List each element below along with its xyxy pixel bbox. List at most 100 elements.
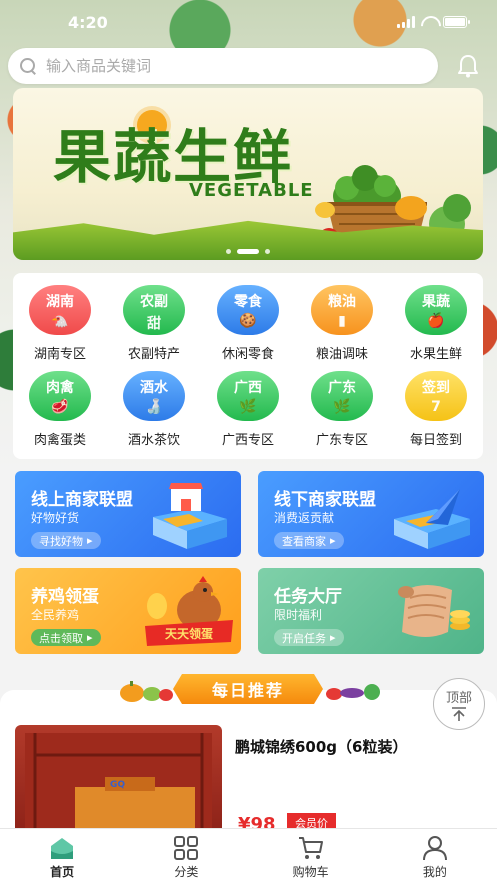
category-badge: 农副甜 (123, 285, 185, 335)
category-label: 湖南专区 (33, 347, 86, 362)
svg-text:GQ: GQ (110, 780, 125, 790)
category-badge: 酒水 🍶 (123, 371, 185, 421)
scroll-coins-icon (398, 585, 470, 637)
tab-category[interactable]: 分类 (124, 829, 248, 883)
category-badge-text: 签到 (422, 380, 450, 396)
chicken-eggs-icon: 天天领蛋 (145, 576, 233, 646)
category-badge-text: 广东 (328, 380, 356, 396)
promo-banner[interactable]: 果蔬生鲜 VEGETABLE (13, 88, 483, 260)
view-merchants-button[interactable]: 查看商家 ▸ (274, 532, 344, 549)
task-hall-subtitle: 限时福利 (274, 608, 323, 622)
offline-merchant-card[interactable]: 线下商家联盟 消费返贡献 查看商家 ▸ (258, 471, 484, 557)
online-merchant-subtitle: 好物好货 (31, 511, 80, 525)
product-card[interactable]: GQ 鹏城锦绣600g（6粒装） ¥98 会员价 (0, 690, 497, 835)
navigation-map-icon (394, 489, 470, 549)
banner-subtitle: VEGETABLE (189, 180, 314, 201)
find-goods-button[interactable]: 寻找好物 ▸ (31, 532, 101, 549)
claim-button[interactable]: 点击领取 ▸ (31, 629, 101, 646)
bottom-tab-bar: 首页 分类 购物车 我的 (0, 828, 497, 883)
category-badge-text: 果蔬 (422, 294, 450, 310)
category-label: 水果生鲜 (409, 347, 462, 362)
category-icon: 🍎 (427, 313, 445, 329)
back-to-top-label: 顶部 (445, 690, 472, 706)
category-item[interactable]: 酒水 🍶 酒水茶饮 (107, 371, 201, 457)
raise-chicken-title: 养鸡领蛋 (31, 587, 99, 607)
arrow-up-icon (452, 706, 466, 721)
category-item[interactable]: 湖南 🐔 湖南专区 (13, 285, 107, 371)
category-badge-text: 湖南 (46, 294, 74, 310)
category-item[interactable]: 零食 🍪 休闲零食 (201, 285, 295, 371)
category-icon: 🌿 (239, 399, 257, 415)
category-badge: 广西 🌿 (217, 371, 279, 421)
product-name: 鹏城锦绣600g（6粒装） (235, 738, 408, 756)
user-icon (422, 836, 447, 861)
category-badge: 肉禽 🥩 (29, 371, 91, 421)
category-label: 每日签到 (409, 433, 462, 448)
category-icon: ▮ (338, 313, 346, 329)
category-item[interactable]: 广西 🌿 广西专区 (201, 371, 295, 457)
offline-merchant-title: 线下商家联盟 (274, 490, 376, 510)
category-icon: 🍪 (239, 313, 257, 329)
home-icon (51, 838, 74, 859)
tab-cart[interactable]: 购物车 (249, 829, 373, 883)
category-icon: 🥩 (51, 399, 69, 415)
play-arrow-icon: ▸ (330, 534, 336, 547)
product-image: GQ (15, 725, 222, 835)
offline-merchant-subtitle: 消费返贡献 (274, 511, 335, 525)
start-task-button[interactable]: 开启任务 ▸ (274, 629, 344, 646)
wifi-icon (421, 16, 437, 28)
category-badge-text: 酒水 (140, 380, 168, 396)
carousel-dots (13, 249, 483, 254)
play-arrow-icon: ▸ (87, 534, 93, 547)
category-badge-text: 农副 (140, 294, 168, 310)
status-bar: 4:20 (0, 0, 497, 44)
category-item[interactable]: 广东 🌿 广东专区 (295, 371, 389, 457)
category-item[interactable]: 农副甜农副特产 (107, 285, 201, 371)
category-item[interactable]: 果蔬 🍎 水果生鲜 (389, 285, 483, 371)
bell-icon[interactable] (457, 54, 479, 78)
category-icon: 🍶 (145, 399, 163, 415)
category-label: 粮油调味 (315, 347, 368, 362)
status-icons (397, 16, 470, 28)
category-label: 休闲零食 (221, 347, 274, 362)
daily-recommend-title: 每日推荐 (173, 674, 323, 704)
category-badge: 湖南 🐔 (29, 285, 91, 335)
online-merchant-title: 线上商家联盟 (31, 490, 133, 510)
raise-chicken-subtitle: 全民养鸡 (31, 608, 80, 622)
category-panel: 湖南 🐔 湖南专区 农副甜农副特产 零食 🍪 休闲零食 粮油 ▮ 粮油调味 果蔬 🍎 水果生鲜肉禽 🥩 肉禽… (13, 273, 483, 459)
category-badge-text: 肉禽 (46, 380, 74, 396)
category-label: 酒水茶饮 (127, 433, 180, 448)
daily-eggs-label: 天天领蛋 (165, 626, 213, 641)
tab-profile[interactable]: 我的 (373, 829, 497, 883)
category-icon: 🐔 (51, 313, 69, 329)
pumpkin-veg-icon (120, 681, 173, 702)
storefront-map-icon (153, 483, 227, 549)
cart-icon (298, 837, 323, 859)
category-badge-text: 粮油 (328, 294, 356, 310)
category-label: 农副特产 (127, 347, 180, 362)
category-icon: 🌿 (333, 399, 351, 415)
search-input[interactable] (46, 57, 406, 75)
daily-recommend-header: 每日推荐 (0, 672, 497, 706)
category-label: 广西专区 (221, 433, 274, 448)
status-time: 4:20 (68, 12, 108, 32)
category-badge: 零食 🍪 (217, 285, 279, 335)
category-item[interactable]: 粮油 ▮ 粮油调味 (295, 285, 389, 371)
raise-chicken-card[interactable]: 养鸡领蛋 全民养鸡 点击领取 ▸ 天天领蛋 (15, 568, 241, 654)
category-badge: 广东 🌿 (311, 371, 373, 421)
grid-icon (174, 836, 199, 860)
task-hall-card[interactable]: 任务大厅 限时福利 开启任务 ▸ (258, 568, 484, 654)
task-hall-title: 任务大厅 (274, 587, 342, 607)
search-bar[interactable] (8, 48, 438, 84)
online-merchant-card[interactable]: 线上商家联盟 好物好货 寻找好物 ▸ (15, 471, 241, 557)
gift-box-graphic: GQ (25, 733, 212, 835)
category-item[interactable]: 签到 7 每日签到 (389, 371, 483, 457)
category-item[interactable]: 肉禽 🥩 肉禽蛋类 (13, 371, 107, 457)
play-arrow-icon: ▸ (330, 631, 336, 644)
category-badge-text: 零食 (234, 294, 262, 310)
signal-icon (397, 16, 415, 28)
back-to-top-button[interactable]: 顶部 (433, 678, 485, 730)
tab-home[interactable]: 首页 (0, 829, 124, 883)
category-badge: 果蔬 🍎 (405, 285, 467, 335)
category-icon: 甜 (147, 316, 161, 332)
